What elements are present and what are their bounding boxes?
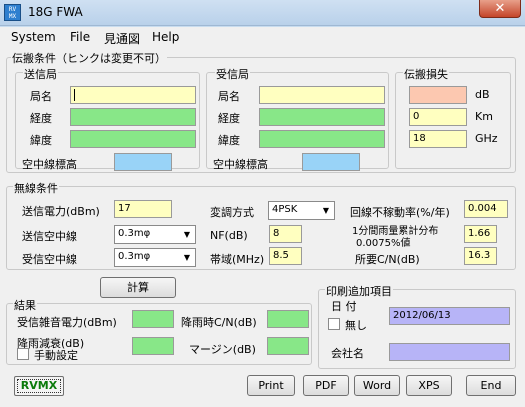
- rx-name-input[interactable]: [259, 86, 385, 104]
- rain-label-line2: 0.0075%値: [356, 238, 411, 249]
- manual-setting-label: 手動設定: [34, 349, 78, 362]
- tx-station-title: 送信局: [23, 66, 58, 82]
- tx-power-input[interactable]: 17: [114, 200, 172, 218]
- date-input[interactable]: 2012/06/13: [389, 307, 510, 325]
- required-cn-label: 所要C/N(dB): [355, 253, 420, 266]
- pdf-button[interactable]: PDF: [303, 375, 349, 396]
- rvmx-button[interactable]: RVMX: [14, 376, 64, 396]
- calculate-button[interactable]: 計算: [100, 277, 176, 298]
- rx-name-label: 局名: [218, 90, 240, 103]
- menu-file[interactable]: File: [70, 30, 90, 44]
- end-button[interactable]: End: [466, 375, 516, 396]
- chevron-down-icon[interactable]: ▼: [179, 227, 194, 242]
- modulation-select-value: 4PSK: [272, 204, 298, 215]
- rx-noise-output: [132, 310, 174, 328]
- tx-lon-input[interactable]: [70, 108, 196, 126]
- date-label: 日 付: [331, 300, 357, 313]
- xps-button[interactable]: XPS: [406, 375, 452, 396]
- margin-label: マージン(dB): [189, 343, 256, 356]
- propagation-group-title: 伝搬条件（ヒンクは変更不可）: [11, 50, 167, 66]
- tx-name-label: 局名: [30, 90, 52, 103]
- tx-lon-label: 経度: [30, 112, 52, 125]
- loss-db-input[interactable]: [409, 86, 467, 104]
- rx-station-title: 受信局: [215, 66, 250, 82]
- title-bar: RV MX 18G FWA ✕: [0, 0, 525, 26]
- bandwidth-label: 帯域(MHz): [210, 253, 265, 266]
- window-title: 18G FWA: [28, 5, 83, 19]
- rain-cn-label: 降雨時C/N(dB): [181, 316, 257, 329]
- chevron-down-icon[interactable]: ▼: [179, 250, 194, 265]
- nf-label: NF(dB): [210, 229, 248, 242]
- date-none-label: 無し: [345, 319, 367, 332]
- rx-antenna-height-label: 空中線標高: [213, 158, 268, 171]
- distance-km-input[interactable]: 0: [409, 108, 467, 126]
- rx-noise-label: 受信雑音電力(dBm): [17, 316, 117, 329]
- radio-conditions-title: 無線条件: [13, 180, 59, 196]
- company-input[interactable]: [389, 343, 510, 361]
- tx-antenna-select[interactable]: 0.3mφ ▼: [114, 225, 196, 244]
- required-cn-input[interactable]: 16.3: [464, 247, 497, 265]
- menu-help[interactable]: Help: [152, 30, 179, 44]
- close-button[interactable]: ✕: [479, 0, 521, 18]
- print-button[interactable]: Print: [247, 375, 295, 396]
- nf-input[interactable]: 8: [269, 225, 302, 243]
- loss-db-unit: dB: [475, 88, 490, 101]
- rx-antenna-label: 受信空中線: [22, 253, 77, 266]
- rx-lon-input[interactable]: [259, 108, 385, 126]
- rain-cn-output: [267, 310, 309, 328]
- modulation-label: 変調方式: [210, 206, 254, 219]
- print-extra-title: 印刷追加項目: [325, 283, 393, 299]
- tx-antenna-height-input[interactable]: [114, 153, 172, 171]
- tx-lat-input[interactable]: [70, 130, 196, 148]
- manual-setting-checkbox[interactable]: [17, 348, 29, 360]
- date-none-checkbox[interactable]: [328, 318, 340, 330]
- result-title: 結果: [13, 297, 37, 313]
- menu-bar: System File 見通図 Help: [0, 27, 525, 47]
- distance-km-unit: Km: [475, 110, 493, 123]
- frequency-ghz-unit: GHz: [475, 132, 498, 145]
- rx-antenna-height-input[interactable]: [302, 153, 360, 171]
- rain-atten-output: [132, 337, 174, 355]
- bandwidth-input[interactable]: 8.5: [269, 247, 302, 265]
- rx-antenna-select[interactable]: 0.3mφ ▼: [114, 248, 196, 267]
- word-button[interactable]: Word: [354, 375, 400, 396]
- company-label: 会社名: [331, 347, 364, 360]
- tx-antenna-select-value: 0.3mφ: [118, 228, 151, 239]
- menu-view[interactable]: 見通図: [104, 30, 140, 47]
- propagation-loss-title: 伝搬損失: [403, 66, 449, 82]
- focus-rect: [17, 379, 61, 393]
- rain-input[interactable]: 1.66: [464, 225, 497, 243]
- rx-lon-label: 経度: [218, 112, 240, 125]
- modulation-select[interactable]: 4PSK ▼: [268, 201, 335, 220]
- text-caret: [74, 89, 75, 101]
- outage-input[interactable]: 0.004: [464, 200, 508, 218]
- tx-antenna-label: 送信空中線: [22, 230, 77, 243]
- tx-antenna-height-label: 空中線標高: [22, 158, 77, 171]
- rx-antenna-select-value: 0.3mφ: [118, 251, 151, 262]
- rx-lat-label: 緯度: [218, 134, 240, 147]
- rx-lat-input[interactable]: [259, 130, 385, 148]
- app-icon[interactable]: RV MX: [4, 4, 21, 21]
- margin-output: [267, 337, 309, 355]
- chevron-down-icon[interactable]: ▼: [318, 203, 333, 218]
- outage-label: 回線不稼動率(%/年): [350, 206, 450, 219]
- frequency-ghz-input[interactable]: 18: [409, 130, 467, 148]
- tx-lat-label: 緯度: [30, 134, 52, 147]
- tx-name-input[interactable]: [70, 86, 196, 104]
- tx-power-label: 送信電力(dBm): [22, 205, 100, 218]
- menu-system[interactable]: System: [11, 30, 56, 44]
